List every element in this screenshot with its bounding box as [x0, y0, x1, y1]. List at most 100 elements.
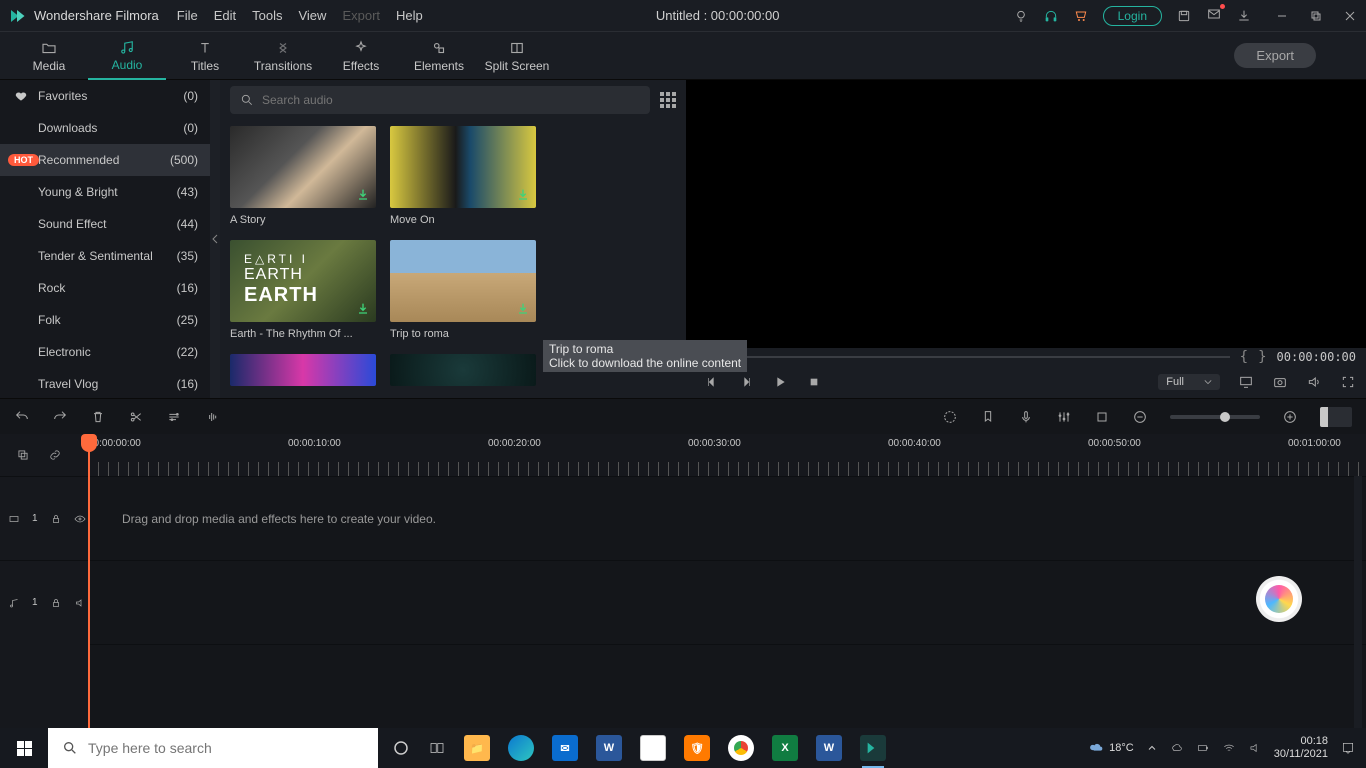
taskbar-security-icon[interactable]: 🛡 — [684, 735, 710, 761]
taskbar-edge-icon[interactable] — [508, 735, 534, 761]
crop-icon[interactable] — [1094, 409, 1110, 425]
cortana-icon[interactable] — [392, 739, 410, 757]
speaker-icon[interactable] — [74, 597, 86, 609]
taskbar-chrome-icon[interactable] — [728, 735, 754, 761]
sidebar-item-rock[interactable]: Rock(16) — [0, 272, 210, 304]
tab-media[interactable]: Media — [10, 32, 88, 80]
sidebar-item-folk[interactable]: Folk(25) — [0, 304, 210, 336]
snapshot-icon[interactable] — [1272, 374, 1288, 390]
taskbar-mail-icon[interactable]: ✉ — [552, 735, 578, 761]
export-button[interactable]: Export — [1234, 43, 1316, 68]
voiceover-icon[interactable] — [1018, 409, 1034, 425]
zoom-out-icon[interactable] — [1132, 409, 1148, 425]
taskbar-word-icon[interactable]: W — [596, 735, 622, 761]
stop-icon[interactable] — [806, 374, 822, 390]
taskbar-word2-icon[interactable]: W — [816, 735, 842, 761]
taskbar-store-icon[interactable]: 🛍 — [640, 735, 666, 761]
battery-icon[interactable] — [1196, 741, 1210, 755]
taskbar-explorer-icon[interactable]: 📁 — [464, 735, 490, 761]
layers-icon[interactable] — [16, 448, 30, 462]
menu-view[interactable]: View — [298, 8, 326, 23]
menu-edit[interactable]: Edit — [214, 8, 236, 23]
menu-help[interactable]: Help — [396, 8, 423, 23]
taskbar-excel-icon[interactable]: X — [772, 735, 798, 761]
mail-icon[interactable] — [1206, 6, 1222, 22]
sidebar-item-young-bright[interactable]: Young & Bright(43) — [0, 176, 210, 208]
sidebar-item-favorites[interactable]: Favorites(0) — [0, 80, 210, 112]
download-arrow-icon[interactable] — [355, 301, 371, 317]
extra-track[interactable] — [88, 644, 1366, 728]
mixer-icon[interactable] — [1056, 409, 1072, 425]
step-forward-icon[interactable] — [738, 374, 754, 390]
eye-icon[interactable] — [74, 513, 86, 525]
sidebar-item-tender-sentimental[interactable]: Tender & Sentimental(35) — [0, 240, 210, 272]
fullscreen-icon[interactable] — [1340, 374, 1356, 390]
marker-icon[interactable] — [980, 409, 996, 425]
undo-icon[interactable] — [14, 409, 30, 425]
audio-wave-icon[interactable] — [204, 409, 222, 425]
maximize-icon[interactable] — [1308, 8, 1324, 24]
tab-transitions[interactable]: Transitions — [244, 32, 322, 80]
preview-quality-select[interactable]: Full — [1158, 374, 1220, 390]
download-arrow-icon[interactable] — [515, 187, 531, 203]
menu-export[interactable]: Export — [342, 8, 380, 23]
mark-in-icon[interactable]: { — [1240, 349, 1248, 365]
search-input-wrapper[interactable] — [230, 86, 650, 114]
redo-icon[interactable] — [52, 409, 68, 425]
playhead[interactable] — [88, 434, 90, 476]
timeline-ruler[interactable]: 00:00:00:0000:00:10:0000:00:20:0000:00:3… — [88, 434, 1366, 476]
start-button[interactable] — [0, 728, 48, 768]
headphones-icon[interactable] — [1043, 8, 1059, 24]
thumb-item[interactable]: E△RTI IEARTHEARTHEarth - The Rhythm Of .… — [230, 240, 376, 340]
taskbar-filmora-icon[interactable] — [860, 735, 886, 761]
sidebar-item-downloads[interactable]: Downloads(0) — [0, 112, 210, 144]
cart-icon[interactable] — [1073, 8, 1089, 24]
lock-icon[interactable] — [50, 597, 62, 609]
task-view-icon[interactable] — [428, 739, 446, 757]
sidebar-item-sound-effect[interactable]: Sound Effect(44) — [0, 208, 210, 240]
windows-search[interactable] — [48, 728, 378, 768]
link-icon[interactable] — [48, 448, 62, 462]
thumb-item[interactable]: Move On — [390, 126, 536, 226]
clock[interactable]: 00:18 30/11/2021 — [1274, 735, 1328, 761]
close-icon[interactable] — [1342, 8, 1358, 24]
playhead-line[interactable] — [88, 476, 90, 728]
notifications-icon[interactable] — [1340, 740, 1356, 756]
menu-file[interactable]: File — [177, 8, 198, 23]
onedrive-icon[interactable] — [1170, 741, 1184, 755]
video-track[interactable]: Drag and drop media and effects here to … — [88, 476, 1366, 560]
wondershare-badge-icon[interactable] — [1256, 576, 1302, 622]
sidebar-item-recommended[interactable]: HOTRecommended(500) — [0, 144, 210, 176]
track-area[interactable]: Drag and drop media and effects here to … — [88, 476, 1366, 728]
thumb-item[interactable]: Trip to roma — [390, 240, 536, 340]
play-icon[interactable] — [772, 374, 788, 390]
lightbulb-icon[interactable] — [1013, 8, 1029, 24]
volume-icon[interactable] — [1306, 374, 1322, 390]
delete-icon[interactable] — [90, 409, 106, 425]
render-icon[interactable] — [942, 409, 958, 425]
tab-split-screen[interactable]: Split Screen — [478, 32, 556, 80]
wifi-icon[interactable] — [1222, 741, 1236, 755]
sidebar-item-electronic[interactable]: Electronic(22) — [0, 336, 210, 368]
tab-audio[interactable]: Audio — [88, 32, 166, 80]
monitor-icon[interactable] — [1238, 374, 1254, 390]
minimize-icon[interactable] — [1274, 8, 1290, 24]
mark-out-icon[interactable]: } — [1258, 349, 1266, 365]
settings-icon[interactable] — [166, 409, 182, 425]
download-arrow-icon[interactable] — [355, 187, 371, 203]
tab-effects[interactable]: Effects — [322, 32, 400, 80]
timeline-overview-icon[interactable] — [1320, 407, 1352, 427]
view-grid-icon[interactable] — [660, 92, 676, 108]
chevron-up-icon[interactable] — [1146, 742, 1158, 754]
thumb-item[interactable] — [390, 354, 536, 386]
audio-track[interactable] — [88, 560, 1366, 644]
thumb-item[interactable] — [230, 354, 376, 386]
thumb-item[interactable]: A Story — [230, 126, 376, 226]
download-arrow-icon[interactable] — [515, 301, 531, 317]
sound-icon[interactable] — [1248, 741, 1262, 755]
seek-slider[interactable] — [696, 356, 1230, 358]
search-input[interactable] — [262, 93, 640, 107]
sidebar-collapse-handle[interactable] — [210, 80, 220, 398]
login-button[interactable]: Login — [1103, 6, 1162, 26]
sidebar-item-travel-vlog[interactable]: Travel Vlog(16) — [0, 368, 210, 398]
